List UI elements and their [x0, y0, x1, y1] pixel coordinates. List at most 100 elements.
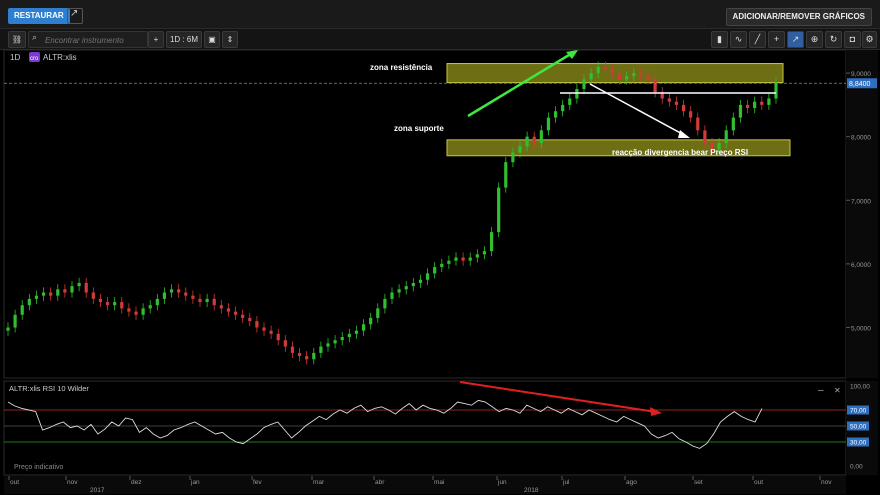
refresh-icon: ↻ — [829, 34, 838, 44]
candle-body — [283, 340, 287, 347]
candle-body — [376, 308, 380, 318]
price-panel[interactable] — [3, 50, 847, 379]
split-icon: ⇕ — [226, 35, 234, 44]
layout-button[interactable]: ▣ — [204, 31, 220, 48]
candle-body — [113, 302, 117, 306]
zoom-button[interactable]: ⊕ — [806, 31, 823, 48]
camera-button[interactable]: ◘ — [844, 31, 861, 48]
candle-body — [219, 305, 223, 309]
candle-body — [774, 82, 778, 99]
draw-line-button[interactable]: ╱ — [749, 31, 766, 48]
candle-body — [504, 162, 508, 188]
candles-type-button[interactable]: ▮ — [711, 31, 728, 48]
month-label: out — [754, 479, 763, 486]
settings-button[interactable]: ⚙ — [862, 31, 877, 48]
split-button[interactable]: ⇕ — [222, 31, 238, 48]
candle-body — [738, 104, 743, 118]
candle-body — [184, 292, 188, 296]
candle-body — [518, 146, 522, 153]
candle-body — [539, 130, 543, 144]
add-instrument-button[interactable]: + — [148, 31, 164, 48]
candle-body — [212, 298, 216, 306]
crosshair-button[interactable]: + — [768, 31, 785, 48]
candle-body — [91, 292, 95, 299]
candle-body — [347, 333, 351, 338]
year-label: 2017 — [90, 487, 105, 494]
candle-body — [340, 337, 344, 341]
popout-button[interactable]: ↗ — [67, 8, 83, 24]
rsi-tick-label: 100,00 — [850, 384, 870, 391]
y-tick-label: 6,0000 — [851, 262, 871, 269]
rsi-minimize-button[interactable]: – — [818, 385, 824, 396]
layout-icon: ▣ — [208, 35, 216, 44]
candle-body — [34, 295, 39, 299]
candle-body — [425, 273, 430, 280]
candle-body — [582, 79, 586, 89]
candle-body — [148, 305, 152, 309]
candle-body — [383, 298, 387, 309]
interval-button[interactable]: 1D : 6M — [166, 31, 202, 48]
candle-body — [127, 308, 131, 312]
candle-body — [326, 343, 330, 347]
month-label: abr — [375, 479, 385, 486]
indicative-price-label: Preço indicativo — [14, 464, 64, 471]
refresh-button[interactable]: ↻ — [825, 31, 842, 48]
candle-body — [248, 317, 252, 322]
candle-body — [674, 101, 679, 105]
candle-body — [297, 352, 302, 357]
popout-icon: ↗ — [70, 8, 79, 19]
candle-body — [390, 292, 394, 299]
rsi-tick-label: 0,00 — [850, 464, 863, 471]
candle-body — [546, 117, 551, 131]
candle-body — [233, 311, 238, 315]
candle-body — [667, 98, 671, 102]
candle-body — [205, 298, 209, 303]
candle-body — [255, 321, 259, 328]
candle-body — [241, 314, 245, 318]
link-button[interactable]: ⛓ — [8, 31, 26, 48]
candle-body — [411, 282, 415, 287]
resistance-zone — [446, 63, 784, 84]
crosshair-icon: + — [773, 34, 780, 44]
rsi-panel[interactable] — [3, 380, 847, 476]
month-label: jun — [497, 479, 507, 486]
search-input[interactable] — [43, 33, 147, 47]
zoom-icon: ⊕ — [810, 34, 819, 44]
candle-body — [404, 286, 408, 290]
support-annotation: zona suporte — [394, 124, 444, 133]
rsi-close-button[interactable]: ✕ — [834, 386, 841, 395]
candle-body — [632, 73, 636, 77]
trend-tool-button[interactable]: ↗ — [787, 31, 804, 48]
candle-body — [141, 308, 145, 315]
candle-body — [568, 98, 572, 105]
candle-body — [454, 257, 458, 261]
y-tick-label: 7,0000 — [851, 198, 871, 205]
candles-icon: ▮ — [717, 34, 722, 44]
add-remove-charts-button[interactable]: ADICIONAR/REMOVER GRÁFICOS — [725, 8, 872, 26]
candle-body — [98, 298, 103, 303]
search-box[interactable]: ⌕ — [28, 31, 148, 48]
link-icon: ⛓ — [11, 35, 23, 44]
candle-body — [639, 73, 643, 77]
y-tick-label: 5,0000 — [851, 325, 871, 332]
resistance-annotation: zona resistência — [370, 63, 433, 72]
month-label: mai — [434, 479, 444, 486]
candle-body — [482, 251, 487, 255]
candle-body — [625, 76, 629, 80]
candle-body — [596, 66, 600, 74]
chart-area[interactable]: 1D cro ALTR:xlis 9,0000 8,0000 7,0000 6,000… — [0, 50, 880, 495]
candle-body — [77, 282, 81, 287]
candle-body — [617, 73, 622, 80]
month-label: dez — [131, 479, 141, 486]
month-label: jan — [190, 479, 200, 486]
y-tick-label: 8,0000 — [851, 135, 871, 142]
restore-button[interactable]: RESTAURAR — [8, 8, 70, 24]
candle-body — [134, 311, 138, 315]
month-label: nov — [821, 479, 832, 486]
candle-body — [70, 286, 74, 293]
candle-body — [696, 117, 700, 131]
line-icon: ╱ — [754, 34, 761, 44]
indicators-button[interactable]: ∿ — [730, 31, 747, 48]
candle-body — [20, 305, 24, 315]
candle-body — [440, 263, 444, 268]
